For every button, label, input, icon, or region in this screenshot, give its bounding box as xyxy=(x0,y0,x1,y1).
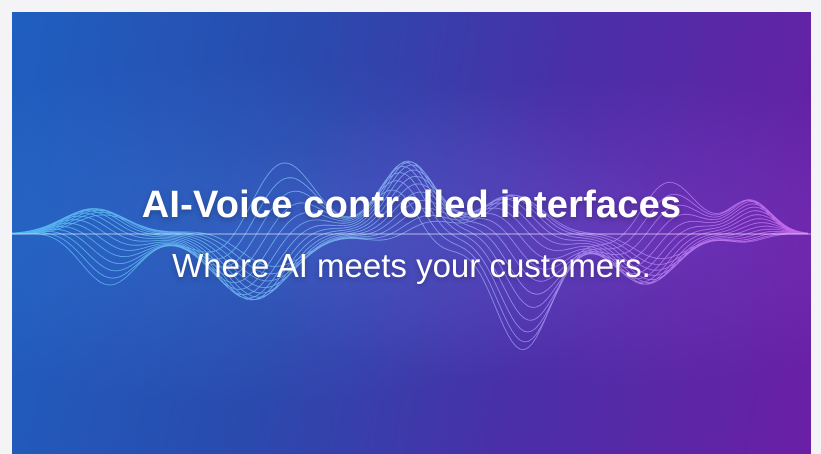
headline: AI-Voice controlled interfaces xyxy=(141,184,682,226)
sound-wave-graphic xyxy=(12,160,811,351)
subheadline: Where AI meets your customers. xyxy=(172,247,651,284)
voice-banner: AI-Voice controlled interfaces Where AI … xyxy=(12,12,811,454)
